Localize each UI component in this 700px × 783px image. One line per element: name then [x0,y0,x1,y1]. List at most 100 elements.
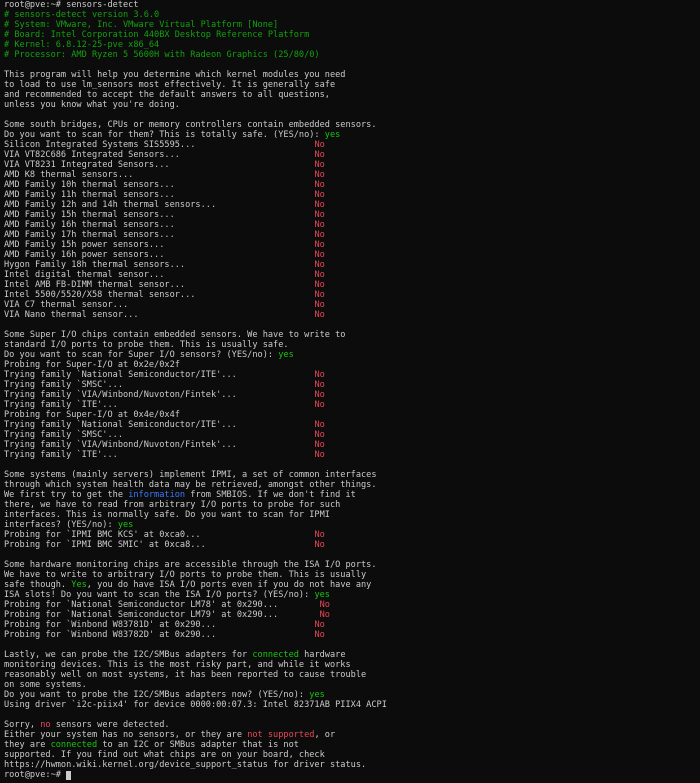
status-no-text: No [314,450,325,460]
terminal-text: Silicon Integrated Systems SIS5595... [4,140,315,150]
terminal-output-line: AMD Family 17h thermal sensors... No [4,230,700,240]
terminal-text: to load to use lm_sensors most effective… [4,80,336,90]
terminal-text: Do you want to probe the I2C/SMBus adapt… [4,690,310,700]
terminal-output-line: Probing for `Winbond W83781D' at 0x290..… [4,620,700,630]
terminal-output-line: Intel AMB FB-DIMM thermal sensor... No [4,280,700,290]
terminal-output-line: # Board: Intel Corporation 440BX Desktop… [4,30,700,40]
terminal-output-line: and recommended to accept the default an… [4,90,700,100]
terminal-text: AMD K8 thermal sensors... [4,170,315,180]
terminal-output-line: Do you want to scan for them? This is to… [4,130,700,140]
terminal-output-line: Trying family `ITE'... No [4,400,700,410]
terminal-output-line: Some hardware monitoring chips are acces… [4,560,700,570]
terminal-text: interfaces. This is normally safe. Do yo… [4,510,330,520]
terminal-text: on some systems. [4,680,87,690]
status-no-text: No [314,530,325,540]
terminal-output-line: Some south bridges, CPUs or memory contr… [4,120,700,130]
terminal-output-line: Probing for Super-I/O at 0x2e/0x2f [4,360,700,370]
answer-yes-text: yes [309,690,325,700]
terminal-text: This program will help you determine whi… [4,70,346,80]
terminal-text: VIA VT82C686 Integrated Sensors... [4,150,315,160]
terminal-text: AMD Family 12h and 14h thermal sensors..… [4,200,315,210]
terminal-output-line: Probing for `National Semiconductor LM79… [4,610,700,620]
terminal-output-line: AMD Family 10h thermal sensors... No [4,180,700,190]
terminal-text: Probing for Super-I/O at 0x2e/0x2f [4,360,180,370]
terminal-text: # sensors-detect version 3.6.0 [4,10,160,20]
terminal-output-line: Trying family `ITE'... No [4,450,700,460]
status-no-text: No [314,180,325,190]
terminal-text: to an I2C or SMBus adapter that is not [97,740,299,750]
terminal-output-line: AMD Family 16h thermal sensors... No [4,220,700,230]
terminal-text: AMD Family 16h power sensors... [4,250,315,260]
terminal-text: Using driver `i2c-piix4' for device 0000… [4,700,387,710]
terminal-window[interactable]: root@pve:~# sensors-detect # sensors-dete… [0,0,700,783]
terminal-output-line: AMD Family 12h and 14h thermal sensors..… [4,200,700,210]
terminal-text: they are [4,740,51,750]
terminal-text: AMD Family 16h thermal sensors... [4,220,315,230]
status-no-text: No [314,210,325,220]
terminal-output-line: https://hwmon.wiki.kernel.org/device_sup… [4,760,700,770]
terminal-text: Trying family `SMSC'... [4,380,315,390]
terminal-text: Some Super I/O chips contain embedded se… [4,330,346,340]
terminal-output-line: Probing for Super-I/O at 0x4e/0x4f [4,410,700,420]
terminal-output-line: Trying family `SMSC'... No [4,430,700,440]
highlight-text: information [128,490,186,500]
status-no-text: No [314,310,325,320]
terminal-text: Trying family `National Semiconductor/IT… [4,420,315,430]
status-no-text: No [314,280,325,290]
terminal-output-line: Silicon Integrated Systems SIS5595... No [4,140,700,150]
terminal-text: Sorry, [4,720,41,730]
terminal-output-line: # sensors-detect version 3.6.0 [4,10,700,20]
terminal-text: reasonably well on most systems, it has … [4,670,367,680]
terminal-text: # System: VMware, Inc. VMware Virtual Pl… [4,20,279,30]
status-no-text: No [314,370,325,380]
terminal-text: # Kernel: 6.8.12-25-pve x86_64 [4,40,160,50]
terminal-text: Lastly, we can probe the I2C/SMBus adapt… [4,650,253,660]
terminal-output-line: Either your system has no sensors, or th… [4,730,700,740]
status-no-text: No [314,260,325,270]
status-no-text: No [314,160,325,170]
answer-yes-text: connected [252,650,299,660]
terminal-prompt-line: root@pve:~# sensors-detect [4,0,700,10]
terminal-output-line: Probing for `IPMI BMC SMIC' at 0xca8... … [4,540,700,550]
terminal-text: supported. If you find out what chips ar… [4,750,325,760]
terminal-output-line: ISA slots! Do you want to scan the ISA I… [4,590,700,600]
status-no-text: No [314,190,325,200]
terminal-text: interfaces? (YES/no): [4,520,118,530]
terminal-text: Probing for `IPMI BMC KCS' at 0xca0... [4,530,315,540]
terminal-output-line: Using driver `i2c-piix4' for device 0000… [4,700,700,710]
terminal-output-line: Some Super I/O chips contain embedded se… [4,330,700,340]
answer-yes-text: yes [117,520,134,530]
answer-yes-text: yes [278,350,294,360]
terminal-output-line: Probing for `National Semiconductor LM78… [4,600,700,610]
terminal-output-line: AMD Family 15h thermal sensors... No [4,210,700,220]
terminal-text: https://hwmon.wiki.kernel.org/device_sup… [4,760,367,770]
terminal-text: Do you want to scan for them? This is to… [4,130,325,140]
terminal-output-line: Probing for `IPMI BMC KCS' at 0xca0... N… [4,530,700,540]
status-no-text: No [314,230,325,240]
status-no-text: No [314,380,325,390]
terminal-text: VIA C7 thermal sensor... [4,300,315,310]
terminal-text: root@pve:~# [4,770,67,780]
terminal-text: We have to write to arbitrary I/O ports … [4,570,367,580]
terminal-text: AMD Family 15h thermal sensors... [4,210,315,220]
terminal-output-line: VIA VT8231 Integrated Sensors... No [4,160,700,170]
terminal-text: Trying family `SMSC'... [4,430,315,440]
terminal-output-line: standard I/O ports to probe them. This i… [4,340,700,350]
terminal-text: there, we have to read from arbitrary I/… [4,500,341,510]
terminal-output-line: Do you want to scan for Super I/O sensor… [4,350,700,360]
terminal-text: # Board: Intel Corporation 440BX Desktop… [4,30,310,40]
answer-yes-text: yes [324,130,341,140]
terminal-text: monitoring devices. This is the most ris… [4,660,351,670]
terminal-output-line: AMD Family 15h power sensors... No [4,240,700,250]
terminal-text: AMD Family 11h thermal sensors... [4,190,315,200]
terminal-text: Intel 5500/5520/X58 thermal sensor... [4,290,315,300]
terminal-output-line: Trying family `National Semiconductor/IT… [4,370,700,380]
terminal-text: AMD Family 10h thermal sensors... [4,180,315,190]
